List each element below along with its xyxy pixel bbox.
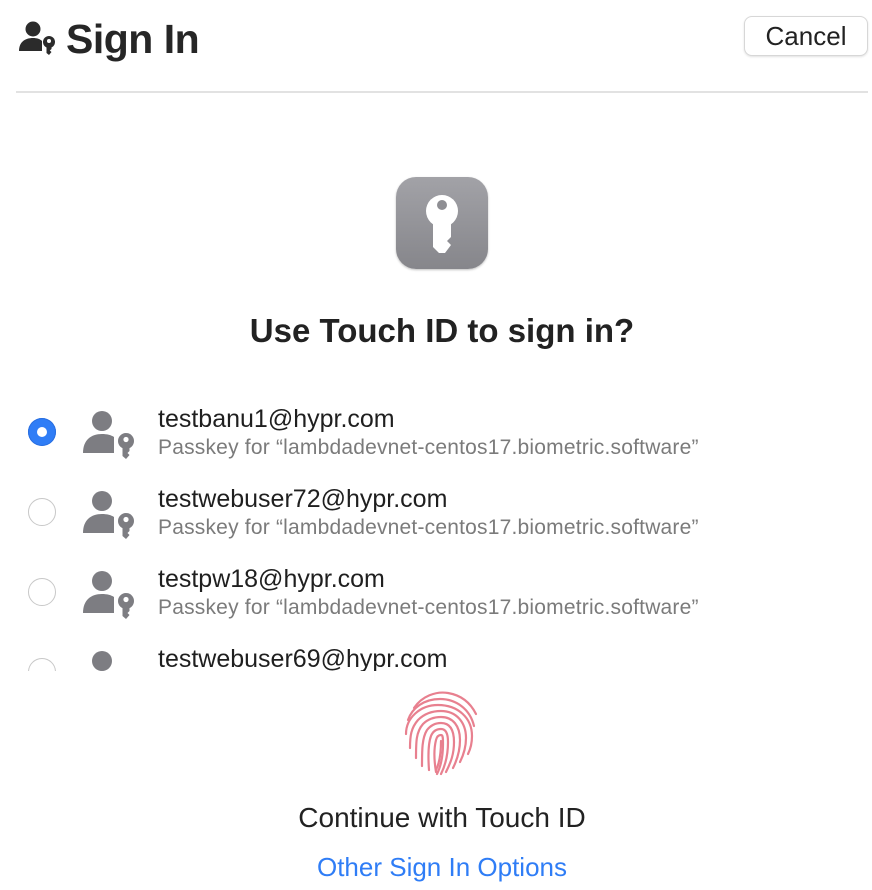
account-radio[interactable] [28,658,56,671]
person-key-icon [92,651,112,671]
passwords-app-icon [396,177,488,269]
passkey-sign-in-dialog: Sign In Cancel Use Touch ID to sign in? … [0,0,872,890]
passkey-account-list[interactable]: testbanu1@hypr.com Passkey for “lambdade… [0,394,872,671]
account-email: testbanu1@hypr.com [158,405,395,433]
account-passkey-subtitle: Passkey for “lambdadevnet-centos17.biome… [158,516,699,539]
account-radio-selected[interactable] [28,418,56,446]
list-item[interactable]: testpw18@hypr.com Passkey for “lambdadev… [0,554,872,634]
other-sign-in-options-link[interactable]: Other Sign In Options [0,849,872,885]
person-key-icon [19,21,55,55]
page-title: Sign In [66,16,200,62]
person-key-icon [83,411,134,459]
account-email: testwebuser72@hypr.com [158,485,448,513]
header-divider [16,91,868,93]
list-item[interactable]: testwebuser69@hypr.com [0,634,872,671]
list-item[interactable]: testwebuser72@hypr.com Passkey for “lamb… [0,474,872,554]
account-passkey-subtitle: Passkey for “lambdadevnet-centos17.biome… [158,436,699,459]
key-icon [426,195,458,253]
cancel-button[interactable]: Cancel [744,16,868,56]
account-radio[interactable] [28,578,56,606]
person-key-icon [83,491,134,539]
touch-id-prompt: Use Touch ID to sign in? [249,312,635,349]
dialog-header: Sign In Cancel [0,0,872,93]
continue-with-touch-id-label: Continue with Touch ID [298,802,586,833]
account-email: testpw18@hypr.com [158,565,385,593]
account-passkey-subtitle: Passkey for “lambdadevnet-centos17.biome… [158,596,699,619]
fingerprint-icon[interactable] [396,686,488,778]
list-item[interactable]: testbanu1@hypr.com Passkey for “lambdade… [0,394,872,474]
person-key-icon [83,571,134,619]
account-email: testwebuser69@hypr.com [158,645,448,671]
account-radio[interactable] [28,498,56,526]
